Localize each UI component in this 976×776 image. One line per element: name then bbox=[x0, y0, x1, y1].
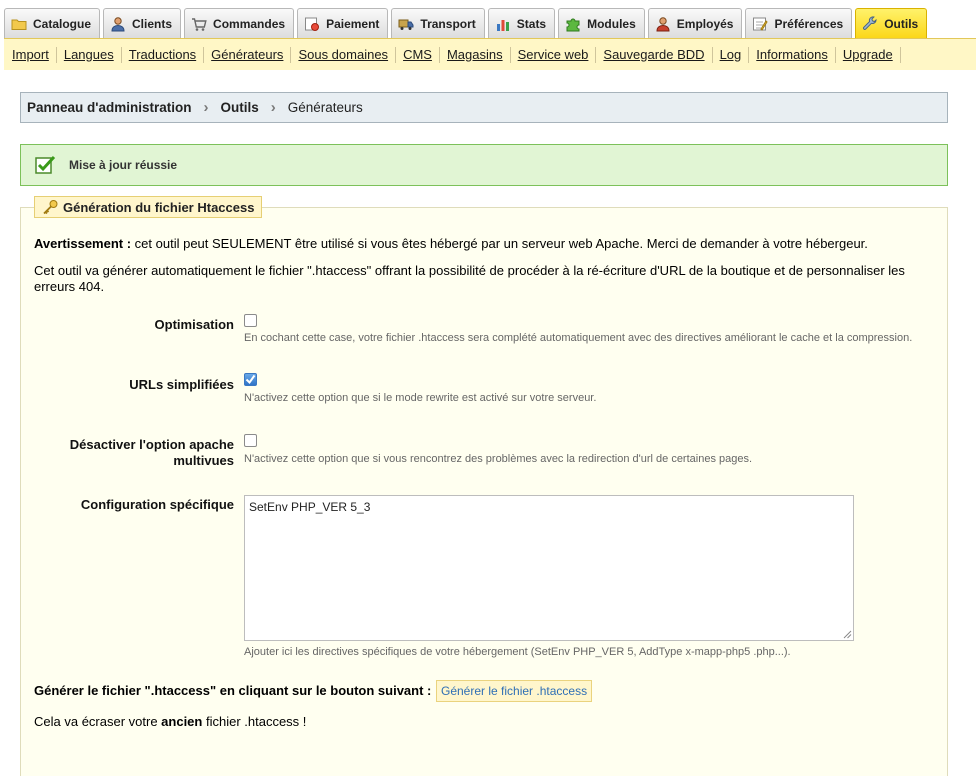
multiviews-label: Désactiver l'option apache multivues bbox=[20, 437, 234, 469]
tab-label: Employés bbox=[676, 17, 734, 31]
multiviews-label-line2: multivues bbox=[173, 453, 234, 468]
tab-label: Stats bbox=[516, 17, 547, 31]
optimisation-hint: En cochant cette case, votre fichier .ht… bbox=[244, 332, 913, 344]
tab-label: Catalogue bbox=[33, 17, 92, 31]
success-message: Mise à jour réussie bbox=[20, 144, 948, 186]
overwrite-notice: Cela va écraser votre ancien fichier .ht… bbox=[34, 714, 306, 729]
submenu-traductions[interactable]: Traductions bbox=[122, 46, 205, 63]
tab-modules[interactable]: Modules bbox=[558, 8, 645, 39]
tab-label: Paiement bbox=[326, 17, 380, 31]
tab-commandes[interactable]: Commandes bbox=[184, 8, 295, 39]
tab-label: Clients bbox=[132, 17, 173, 31]
intro-text: Cet outil va générer automatiquement le … bbox=[34, 263, 905, 294]
optimisation-label: Optimisation bbox=[154, 317, 234, 332]
checkmark-icon bbox=[245, 374, 256, 385]
wrench-icon bbox=[862, 16, 878, 32]
overwrite-text-bold: ancien bbox=[161, 714, 203, 729]
tab-label: Commandes bbox=[213, 17, 286, 31]
specific-config-textarea[interactable]: SetEnv PHP_VER 5_3 bbox=[244, 495, 854, 641]
specific-config-label: Configuration spécifique bbox=[80, 497, 234, 512]
chevron-right-icon: › bbox=[203, 99, 209, 116]
tab-label: Outils bbox=[884, 17, 919, 31]
tab-label: Transport bbox=[420, 17, 476, 31]
submenu-generateurs[interactable]: Générateurs bbox=[204, 46, 292, 63]
checkmark-icon bbox=[35, 155, 56, 174]
tab-clients[interactable]: Clients bbox=[103, 8, 182, 39]
breadcrumb-section[interactable]: Outils bbox=[221, 100, 259, 115]
breadcrumb-current: Générateurs bbox=[287, 100, 363, 115]
submenu-service-web[interactable]: Service web bbox=[511, 46, 597, 63]
tab-transport[interactable]: Transport bbox=[391, 8, 485, 39]
user-icon bbox=[110, 16, 126, 32]
key-icon bbox=[43, 200, 58, 215]
multiviews-hint: N'activez cette option que si vous renco… bbox=[244, 453, 753, 465]
multiviews-checkbox[interactable] bbox=[244, 434, 257, 447]
specific-config-value: SetEnv PHP_VER 5_3 bbox=[249, 500, 371, 514]
submenu-upgrade[interactable]: Upgrade bbox=[836, 46, 901, 63]
payment-icon bbox=[304, 16, 320, 32]
panel-legend: Génération du fichier Htaccess bbox=[34, 196, 263, 218]
puzzle-icon bbox=[565, 16, 581, 32]
success-text: Mise à jour réussie bbox=[69, 158, 178, 172]
truck-icon bbox=[398, 16, 414, 32]
friendly-urls-checkbox[interactable] bbox=[244, 373, 257, 386]
tab-catalogue[interactable]: Catalogue bbox=[4, 8, 101, 39]
chart-icon bbox=[495, 16, 511, 32]
tab-paiement[interactable]: Paiement bbox=[297, 8, 389, 39]
specific-config-hint: Ajouter ici les directives spécifiques d… bbox=[244, 646, 791, 658]
multiviews-label-line1: Désactiver l'option apache bbox=[69, 437, 234, 452]
tab-stats[interactable]: Stats bbox=[487, 8, 556, 39]
generate-htaccess-button[interactable]: Générer le fichier .htaccess bbox=[436, 680, 593, 702]
tab-outils[interactable]: Outils bbox=[855, 8, 928, 39]
generate-label: Générer le fichier ".htaccess" en cliqua… bbox=[34, 683, 432, 698]
preferences-icon bbox=[752, 16, 769, 32]
submenu-sauvegarde-bdd[interactable]: Sauvegarde BDD bbox=[596, 46, 713, 63]
resize-grip-icon[interactable] bbox=[843, 630, 852, 639]
submenu-sous-domaines[interactable]: Sous domaines bbox=[291, 46, 397, 63]
submenu-magasins[interactable]: Magasins bbox=[440, 46, 511, 63]
tab-employes[interactable]: Employés bbox=[647, 8, 743, 39]
warning-label: Avertissement : bbox=[34, 236, 132, 251]
warning-text: cet outil peut SEULEMENT être utilisé si… bbox=[131, 236, 868, 251]
breadcrumb: Panneau d'administration › Outils › Géné… bbox=[20, 92, 948, 123]
overwrite-text-after: fichier .htaccess ! bbox=[202, 714, 307, 729]
main-tabs: Catalogue Clients Commandes Paiement Tra… bbox=[0, 0, 976, 39]
overwrite-text-before: Cela va écraser votre bbox=[34, 714, 162, 729]
tab-preferences[interactable]: Préférences bbox=[745, 8, 853, 39]
submenu-langues[interactable]: Langues bbox=[57, 46, 122, 63]
breadcrumb-root[interactable]: Panneau d'administration bbox=[27, 100, 192, 115]
submenu-informations[interactable]: Informations bbox=[749, 46, 836, 63]
employee-icon bbox=[655, 16, 671, 32]
friendly-urls-label: URLs simplifiées bbox=[129, 377, 234, 392]
submenu-cms[interactable]: CMS bbox=[396, 46, 440, 63]
legend-title: Génération du fichier Htaccess bbox=[63, 199, 255, 215]
cart-icon bbox=[191, 16, 207, 32]
tools-submenu: Import Langues Traductions Générateurs S… bbox=[4, 38, 976, 70]
submenu-import[interactable]: Import bbox=[4, 46, 57, 63]
optimisation-checkbox[interactable] bbox=[244, 314, 257, 327]
chevron-right-icon: › bbox=[270, 99, 276, 116]
folder-icon bbox=[11, 16, 27, 32]
submenu-log[interactable]: Log bbox=[713, 46, 750, 63]
apache-warning: Avertissement : cet outil peut SEULEMENT… bbox=[34, 236, 934, 252]
friendly-urls-hint: N'activez cette option que si le mode re… bbox=[244, 392, 597, 404]
tab-label: Préférences bbox=[774, 17, 844, 31]
tab-label: Modules bbox=[587, 17, 636, 31]
